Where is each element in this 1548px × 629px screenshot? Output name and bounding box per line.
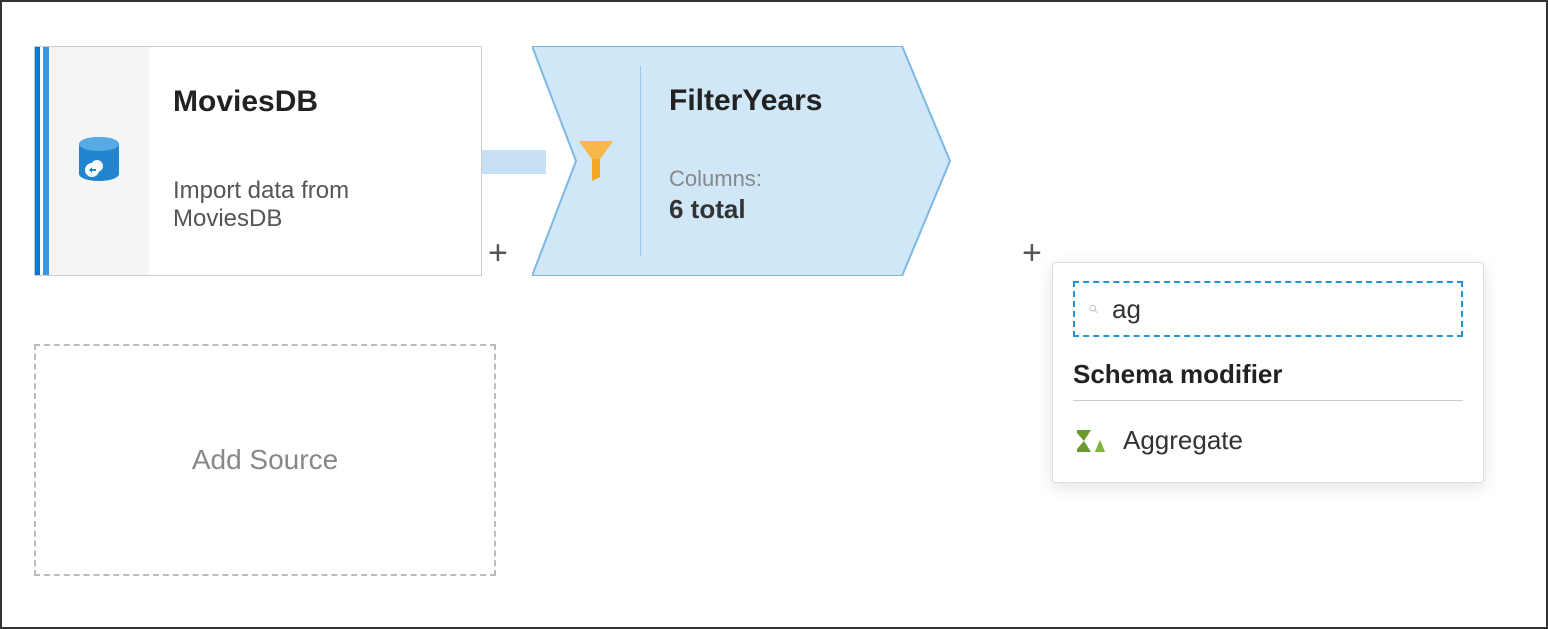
filter-columns-value: 6 total (669, 194, 932, 225)
filter-icon-column (532, 46, 640, 276)
filter-title: FilterYears (669, 84, 932, 118)
search-input[interactable] (1112, 294, 1447, 325)
source-icon-column (49, 47, 149, 275)
popup-section-title: Schema modifier (1073, 359, 1463, 390)
popup-item-label: Aggregate (1123, 425, 1243, 456)
popup-item-aggregate[interactable]: Aggregate (1073, 419, 1463, 462)
source-title: MoviesDB (173, 85, 457, 119)
search-box[interactable] (1073, 281, 1463, 337)
source-accent-stripe (35, 47, 49, 275)
aggregate-icon (1075, 428, 1107, 454)
add-source-label: Add Source (192, 444, 338, 476)
funnel-icon (577, 139, 615, 183)
filter-columns-label: Columns: (669, 166, 932, 192)
transformation-picker-popup: Schema modifier Aggregate (1052, 262, 1484, 483)
add-step-button-2[interactable]: + (1022, 234, 1042, 273)
popup-divider (1073, 400, 1463, 401)
add-source-placeholder[interactable]: Add Source (34, 344, 496, 576)
database-icon (77, 136, 121, 186)
filter-node-filteryears[interactable]: FilterYears Columns: 6 total (532, 46, 952, 276)
add-step-button-1[interactable]: + (488, 234, 508, 273)
search-icon (1089, 298, 1098, 320)
source-description: Import data from MoviesDB (173, 177, 457, 233)
source-node-moviesdb[interactable]: MoviesDB Import data from MoviesDB (34, 46, 482, 276)
